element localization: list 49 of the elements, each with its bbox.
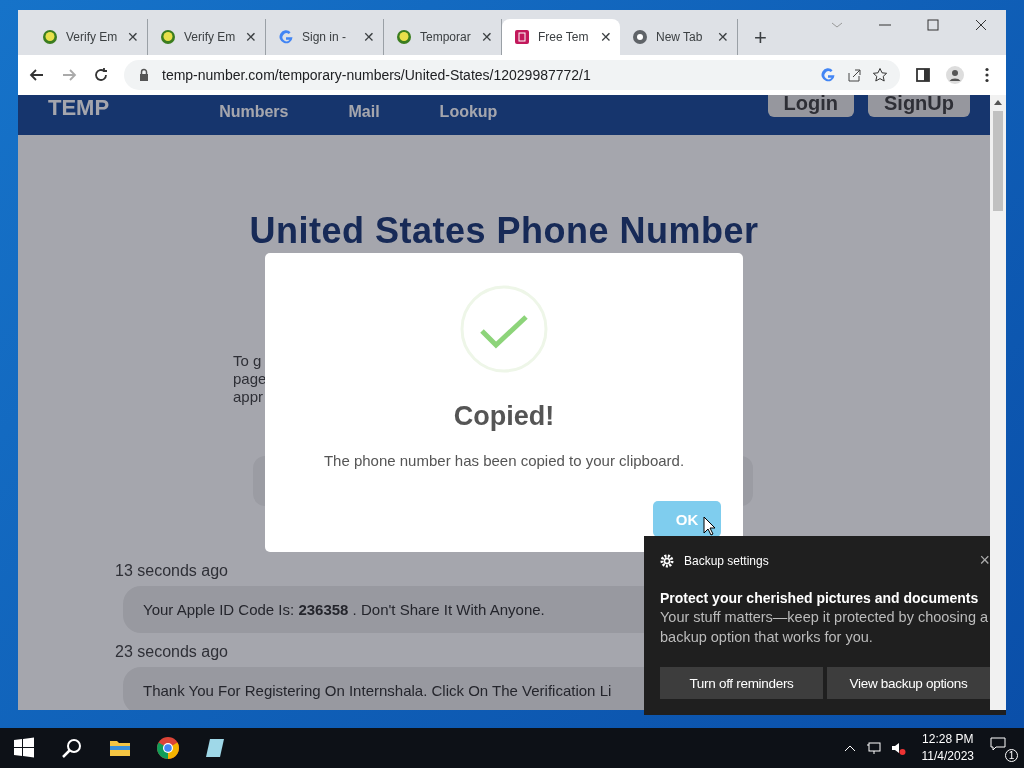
nav-link[interactable]: Lookup — [439, 103, 498, 135]
cursor-icon — [703, 516, 717, 536]
message-time: 23 seconds ago — [115, 643, 229, 661]
star-icon[interactable] — [872, 67, 888, 83]
toast-title: Protect your cherished pictures and documents — [660, 589, 980, 607]
dialog-title: Copied! — [453, 401, 555, 432]
page-heading: United States Phone Number — [249, 210, 759, 252]
dialog-message: The phone number has been copied to your clipboard. — [323, 452, 685, 469]
close-button[interactable]: × — [979, 550, 990, 571]
google-icon — [278, 29, 294, 45]
clock-time: 12:28 PM — [921, 731, 974, 748]
phone-icon — [514, 29, 530, 45]
windows-icon[interactable] — [12, 736, 36, 760]
paragraph-fragment: appr — [233, 388, 265, 406]
toast-message: Your stuff matters—keep it protected by choosing a backup option that works for you. — [660, 608, 990, 647]
paragraph-fragment: To g — [233, 352, 263, 370]
circle-icon — [42, 29, 58, 45]
toast-button[interactable]: Turn off reminders — [660, 667, 823, 699]
profile-icon[interactable] — [946, 66, 964, 84]
globe-icon — [632, 29, 648, 45]
scroll-up-icon[interactable] — [994, 99, 1002, 105]
circle-icon — [160, 29, 176, 45]
network-icon[interactable] — [865, 740, 882, 756]
side-panel-icon[interactable] — [914, 66, 932, 84]
share-icon[interactable] — [846, 67, 862, 83]
gear-icon — [660, 553, 674, 568]
new-tab-button[interactable]: + — [748, 25, 773, 51]
search-icon[interactable] — [60, 736, 84, 760]
site-logo[interactable]: TEMP — [48, 95, 110, 135]
google-icon[interactable] — [820, 67, 836, 83]
toast-button[interactable]: View backup options — [827, 667, 990, 699]
clock-date: 11/4/2023 — [921, 748, 974, 765]
reload-icon[interactable] — [92, 66, 110, 84]
notification-count: 1 — [1005, 749, 1018, 762]
circle-icon — [396, 29, 412, 45]
toast-app-name: Backup settings — [684, 553, 769, 568]
chrome-icon[interactable] — [156, 736, 180, 760]
notification-icon[interactable] — [990, 736, 1006, 752]
header-button[interactable]: SignUp — [868, 95, 970, 117]
scrollbar-thumb[interactable] — [993, 111, 1003, 211]
header-button[interactable]: Login — [767, 95, 854, 117]
address-bar[interactable]: temp-number.com/temporary-numbers/United-States/12029987772/1 — [124, 60, 900, 90]
muted-speaker-icon[interactable] — [889, 740, 906, 756]
nav-link[interactable]: Numbers — [219, 103, 289, 135]
paragraph-fragment: page — [233, 370, 267, 388]
taskbar-clock[interactable]: 12:28 PM 11/4/2023 — [913, 731, 982, 765]
nav-link[interactable]: Mail — [348, 103, 380, 135]
checkmark-icon — [460, 285, 548, 373]
browser-tab[interactable]: Free Tem ✕ — [502, 19, 620, 55]
